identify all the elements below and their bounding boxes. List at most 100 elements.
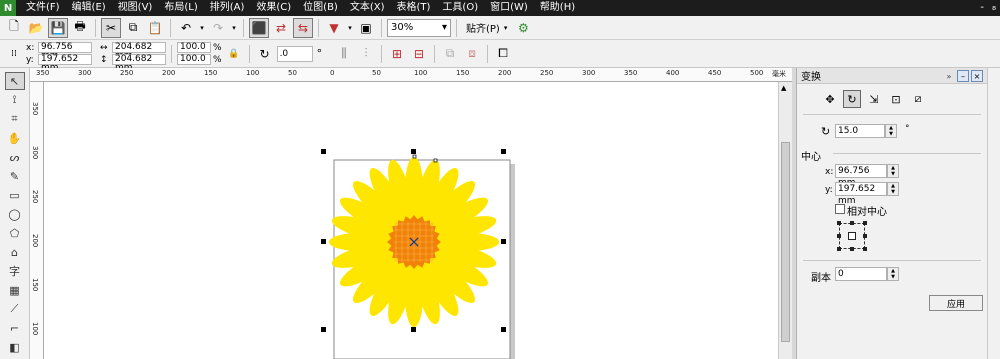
ruler-vertical[interactable]: 350 300 250 200 150 100	[30, 82, 44, 359]
menu-view[interactable]: 视图(V)	[112, 0, 159, 16]
publish-icon[interactable]: ⇆	[293, 17, 313, 38]
pan-tool-icon[interactable]: ✋	[5, 129, 25, 147]
docker-close-icon[interactable]: ×	[971, 70, 983, 82]
interactive-fill-icon[interactable]: ◧	[5, 338, 25, 356]
window-controls: - ₈	[980, 0, 996, 16]
text-tool-icon[interactable]: 字	[5, 262, 25, 280]
ruler-label: 200	[162, 69, 176, 77]
menu-file[interactable]: 文件(F)	[20, 0, 66, 16]
import-icon[interactable]: ⬛	[249, 17, 269, 38]
menu-layout[interactable]: 布局(L)	[158, 0, 203, 16]
menu-help[interactable]: 帮助(H)	[534, 0, 581, 16]
restore-button[interactable]: ₈	[992, 0, 996, 16]
copies-spinner[interactable]: ▲ ▼	[887, 267, 899, 281]
export-icon[interactable]: ⇄	[271, 18, 291, 38]
application-launcher-icon[interactable]: ▼	[324, 18, 344, 38]
rotate-mode-icon[interactable]: ↻	[843, 90, 861, 108]
options-icon[interactable]: ⚙	[513, 18, 533, 38]
undo-icon[interactable]: ↶	[176, 18, 196, 38]
app-logo-icon[interactable]: N	[0, 0, 16, 16]
minimize-button[interactable]: -	[980, 0, 984, 16]
polygon-tool-icon[interactable]: ⬠	[5, 224, 25, 242]
pick-tool-icon[interactable]: ↖	[4, 72, 25, 90]
freehand-tool-icon[interactable]: ᔕ	[5, 148, 25, 166]
menu-arrange[interactable]: 排列(A)	[204, 0, 251, 16]
scroll-up-icon[interactable]: ▲	[781, 84, 786, 92]
object-origin-icon[interactable]: ⁞⁞	[4, 44, 24, 64]
scale-mirror-mode-icon[interactable]: ⇲	[865, 90, 883, 108]
ungroup-icon[interactable]: ⊟	[409, 44, 429, 64]
docker-collapse-icon[interactable]: »	[943, 70, 955, 82]
cut-icon[interactable]: ✂	[101, 17, 121, 38]
open-folder-icon[interactable]: 📂	[26, 18, 46, 38]
ellipse-tool-icon[interactable]: ◯	[5, 205, 25, 223]
skew-mode-icon[interactable]: ⧄	[909, 90, 927, 108]
vertical-scrollbar[interactable]: ▲	[778, 82, 792, 359]
lock-ratio-icon[interactable]: 🔒	[224, 44, 244, 64]
artistic-media-icon[interactable]: ✎	[5, 167, 25, 185]
menu-window[interactable]: 窗口(W)	[484, 0, 534, 16]
crop-tool-icon[interactable]: ⌗	[5, 110, 25, 128]
redo-icon[interactable]: ↷	[208, 18, 228, 38]
new-document-icon[interactable]: 🗋	[4, 18, 24, 38]
scale-fields: 100.0 % 100.0 %	[177, 42, 222, 65]
paste-icon[interactable]: 📋	[145, 18, 165, 38]
group-icon[interactable]: ⊞	[387, 44, 407, 64]
menu-edit[interactable]: 编辑(E)	[66, 0, 112, 16]
mirror-horizontal-icon[interactable]: ⫼	[334, 44, 354, 64]
height-input[interactable]: 204.682 mm	[112, 54, 166, 73]
menu-table[interactable]: 表格(T)	[391, 0, 437, 16]
scroll-thumb[interactable]	[781, 142, 790, 342]
ruler-label: 400	[666, 69, 680, 77]
snap-to-button[interactable]: 贴齐(P) ▾	[462, 20, 511, 36]
width-input[interactable]: 204.682 mm	[112, 42, 166, 61]
position-mode-icon[interactable]: ✥	[821, 90, 839, 108]
menu-bitmaps[interactable]: 位图(B)	[297, 0, 344, 16]
center-y-spinner[interactable]: ▲ ▼	[887, 182, 899, 196]
divider	[803, 260, 981, 261]
rotation-angle-input[interactable]: .0	[276, 45, 313, 62]
center-x-spinner[interactable]: ▲ ▼	[887, 164, 899, 178]
menu-effects[interactable]: 效果(C)	[250, 0, 297, 16]
copies-input[interactable]: 0	[835, 267, 887, 281]
table-tool-icon[interactable]: ▦	[5, 281, 25, 299]
save-icon[interactable]: 💾	[48, 17, 68, 38]
ruler-horizontal[interactable]: 350 300 250 200 150 100 50 0 50 100 150 …	[30, 68, 792, 82]
x-position-input[interactable]: 96.756 mm	[38, 42, 92, 61]
dimension-tool-icon[interactable]: ⟋	[5, 300, 25, 318]
copy-icon[interactable]: ⧉	[123, 18, 143, 38]
launcher-dropdown-icon[interactable]: ▾	[346, 24, 354, 32]
position-fields: x: 96.756 mm y: 197.652 mm	[26, 42, 92, 73]
combine-icon[interactable]: ⧉	[440, 44, 460, 64]
center-x-label: x:	[825, 167, 834, 177]
apply-button[interactable]: 应用	[929, 295, 983, 311]
scale-x-input[interactable]: 100.0	[177, 42, 211, 53]
scale-y-input[interactable]: 100.0	[177, 54, 211, 65]
anchor-point-selector[interactable]	[837, 221, 867, 251]
print-icon[interactable]: 🖶	[70, 18, 90, 38]
shape-tool-icon[interactable]: ⟟	[5, 91, 25, 109]
relative-center-checkbox[interactable]	[835, 204, 845, 214]
rectangle-tool-icon[interactable]: ▭	[5, 186, 25, 204]
welcome-screen-icon[interactable]: ▣	[356, 18, 376, 38]
center-y-input[interactable]: 197.652 mm	[835, 182, 887, 206]
basic-shapes-icon[interactable]: ⌂	[5, 243, 25, 261]
break-apart-icon[interactable]: ⧈	[462, 44, 482, 64]
undo-dropdown-icon[interactable]: ▾	[198, 24, 206, 32]
connector-tool-icon[interactable]: ⌐	[5, 319, 25, 337]
separator	[248, 44, 250, 63]
y-position-input[interactable]: 197.652 mm	[38, 54, 92, 73]
mirror-vertical-icon[interactable]: ⫶	[356, 44, 376, 64]
menu-tools[interactable]: 工具(O)	[436, 0, 484, 16]
drawing-canvas[interactable]	[44, 82, 778, 359]
center-x-input[interactable]: 96.756 mm	[835, 164, 887, 188]
size-mode-icon[interactable]: ⊡	[887, 90, 905, 108]
page-drawing[interactable]	[44, 82, 778, 359]
menu-text[interactable]: 文本(X)	[344, 0, 391, 16]
rotation-angle-field[interactable]: 15.0	[835, 124, 885, 138]
redo-dropdown-icon[interactable]: ▾	[230, 24, 238, 32]
docker-minimize-icon[interactable]: –	[957, 70, 969, 82]
rotation-spinner[interactable]: ▲ ▼	[885, 124, 897, 138]
to-front-icon[interactable]: ⧠	[493, 44, 513, 64]
zoom-level-select[interactable]: 30% ▾	[387, 18, 451, 37]
